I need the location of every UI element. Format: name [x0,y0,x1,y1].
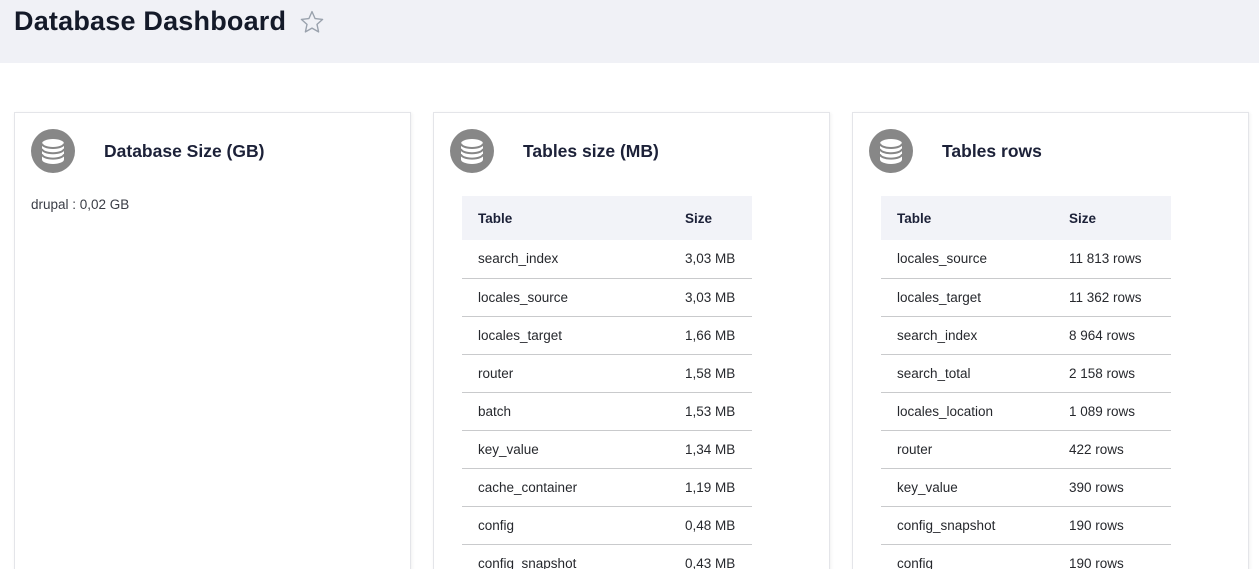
table-row: router422 rows [881,430,1171,468]
table-header-row: Table Size [462,196,752,240]
table-name-cell: router [462,354,685,392]
table-size-cell: 1,34 MB [685,430,752,468]
card-database-size-header: Database Size (GB) [15,113,410,173]
table-row: search_index3,03 MB [462,240,752,278]
table-name-cell: search_index [462,240,685,278]
table-size-cell: 0,48 MB [685,506,752,544]
card-tables-size-header: Tables size (MB) [434,113,829,173]
table-name-cell: locales_target [462,316,685,354]
table-name-cell: router [881,430,1069,468]
card-database-size: Database Size (GB) drupal : 0,02 GB [14,112,411,569]
table-name-cell: batch [462,392,685,430]
table-rows-cell: 1 089 rows [1069,392,1171,430]
table-row: search_total2 158 rows [881,354,1171,392]
column-header-size: Size [685,196,752,240]
table-rows-cell: 390 rows [1069,468,1171,506]
card-tables-rows-header: Tables rows [853,113,1248,173]
tables-rows-table: Table Size locales_source11 813 rows loc… [881,196,1171,569]
table-row: cache_container1,19 MB [462,468,752,506]
table-size-cell: 1,66 MB [685,316,752,354]
table-rows-cell: 190 rows [1069,544,1171,569]
table-name-cell: locales_source [462,278,685,316]
table-row: config_snapshot0,43 MB [462,544,752,569]
table-name-cell: config_snapshot [881,506,1069,544]
table-name-cell: key_value [881,468,1069,506]
table-size-cell: 3,03 MB [685,278,752,316]
card-title: Tables size (MB) [523,141,659,162]
dashboard-content: Database Size (GB) drupal : 0,02 GB Tabl… [0,63,1259,569]
topbar: Database Dashboard [0,0,1259,63]
table-row: locales_target11 362 rows [881,278,1171,316]
table-size-cell: 1,19 MB [685,468,752,506]
table-rows-cell: 190 rows [1069,506,1171,544]
table-name-cell: search_total [881,354,1069,392]
card-tables-size: Tables size (MB) Table Size search_index… [433,112,830,569]
table-header-row: Table Size [881,196,1171,240]
table-row: search_index8 964 rows [881,316,1171,354]
table-size-cell: 1,58 MB [685,354,752,392]
table-size-cell: 0,43 MB [685,544,752,569]
table-row: config0,48 MB [462,506,752,544]
table-row: locales_location1 089 rows [881,392,1171,430]
card-title: Database Size (GB) [104,141,264,162]
table-row: config190 rows [881,544,1171,569]
table-row: batch1,53 MB [462,392,752,430]
table-size-cell: 1,53 MB [685,392,752,430]
tables-size-table: Table Size search_index3,03 MB locales_s… [462,196,752,569]
table-name-cell: locales_location [881,392,1069,430]
database-icon [869,129,913,173]
table-size-cell: 3,03 MB [685,240,752,278]
table-name-cell: search_index [881,316,1069,354]
table-row: config_snapshot190 rows [881,506,1171,544]
table-rows-cell: 11 362 rows [1069,278,1171,316]
table-row: locales_source3,03 MB [462,278,752,316]
table-name-cell: key_value [462,430,685,468]
table-row: locales_source11 813 rows [881,240,1171,278]
table-row: router1,58 MB [462,354,752,392]
table-row: key_value390 rows [881,468,1171,506]
card-title: Tables rows [942,141,1042,162]
table-name-cell: locales_source [881,240,1069,278]
table-name-cell: locales_target [881,278,1069,316]
column-header-table: Table [462,196,685,240]
table-name-cell: cache_container [462,468,685,506]
table-row: key_value1,34 MB [462,430,752,468]
table-name-cell: config [881,544,1069,569]
database-icon [450,129,494,173]
table-name-cell: config_snapshot [462,544,685,569]
database-icon [31,129,75,173]
column-header-size: Size [1069,196,1171,240]
column-header-table: Table [881,196,1069,240]
table-name-cell: config [462,506,685,544]
table-row: locales_target1,66 MB [462,316,752,354]
page-title: Database Dashboard [14,2,286,40]
favorite-star-icon[interactable] [299,9,325,35]
table-rows-cell: 2 158 rows [1069,354,1171,392]
table-rows-cell: 422 rows [1069,430,1171,468]
card-tables-rows: Tables rows Table Size locales_source11 … [852,112,1249,569]
table-rows-cell: 11 813 rows [1069,240,1171,278]
table-rows-cell: 8 964 rows [1069,316,1171,354]
database-size-value: drupal : 0,02 GB [31,197,410,212]
